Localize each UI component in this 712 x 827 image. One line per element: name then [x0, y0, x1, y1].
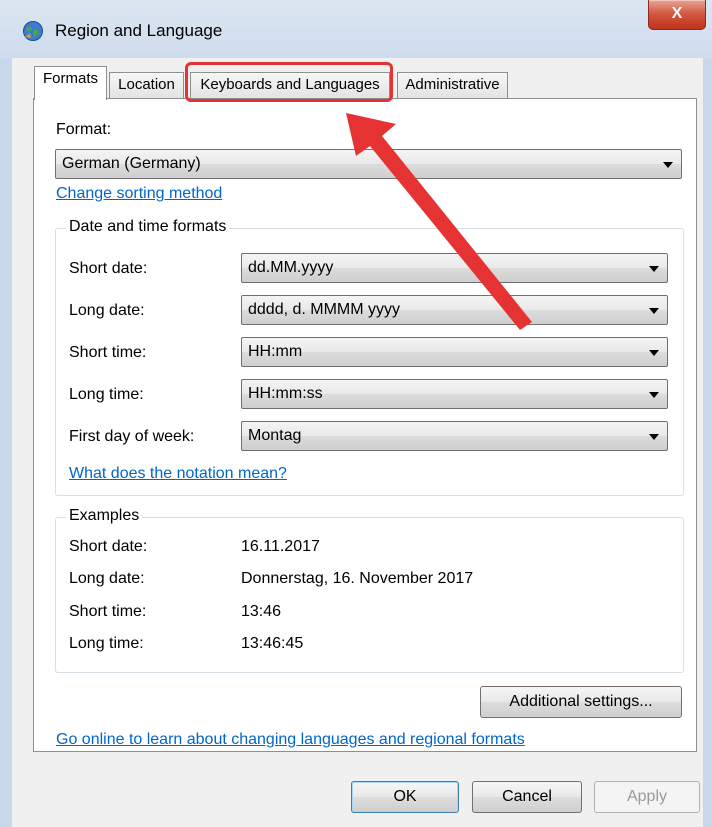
dialog-window: Region and Language X Formats Location K… — [0, 0, 712, 827]
red-arrow-icon — [346, 113, 532, 330]
